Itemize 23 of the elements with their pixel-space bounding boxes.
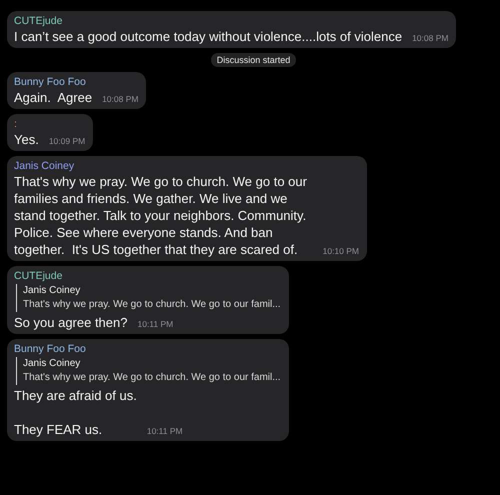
- message-text: I can’t see a good outcome today without violence....lots of violence: [14, 28, 402, 45]
- quoted-sender: Janis Coiney: [23, 284, 82, 298]
- message-text: That's why we pray. We go to church. We go to our families and friends. We gather. We live and we stand together. Talk to your neighbors. Community. Police. See where everyone stands. And ban together. It's US together that they are scared of.: [14, 173, 308, 258]
- message-time: 10:10 PM: [322, 245, 359, 258]
- message-time: 10:08 PM: [412, 32, 448, 45]
- message-text: Yes.: [14, 131, 39, 148]
- sender-name: CUTEjude: [14, 14, 64, 28]
- sender-name: Janis Coiney: [14, 159, 76, 173]
- message-time: 10:11 PM: [146, 425, 183, 438]
- message-text: They are afraid of us. They FEAR us.: [14, 387, 137, 438]
- sender-name: CUTEjude: [14, 269, 64, 283]
- sender-name: :: [14, 117, 18, 131]
- quoted-text: That's why we pray. We go to church. We go to our famil...: [23, 298, 281, 312]
- system-notice: Discussion started: [210, 53, 296, 67]
- message-time: 10:09 PM: [48, 135, 86, 148]
- sender-name: Bunny Foo Foo: [14, 75, 87, 89]
- message-time: 10:08 PM: [102, 93, 138, 106]
- message-time: 10:11 PM: [137, 318, 174, 331]
- sender-name: Bunny Foo Foo: [14, 342, 87, 356]
- quoted-text: That's why we pray. We go to church. We go to our famil...: [23, 371, 281, 385]
- message-text: So you agree then?: [14, 314, 128, 331]
- message-text: Again. Agree: [14, 89, 92, 106]
- quoted-sender: Janis Coiney: [23, 357, 82, 371]
